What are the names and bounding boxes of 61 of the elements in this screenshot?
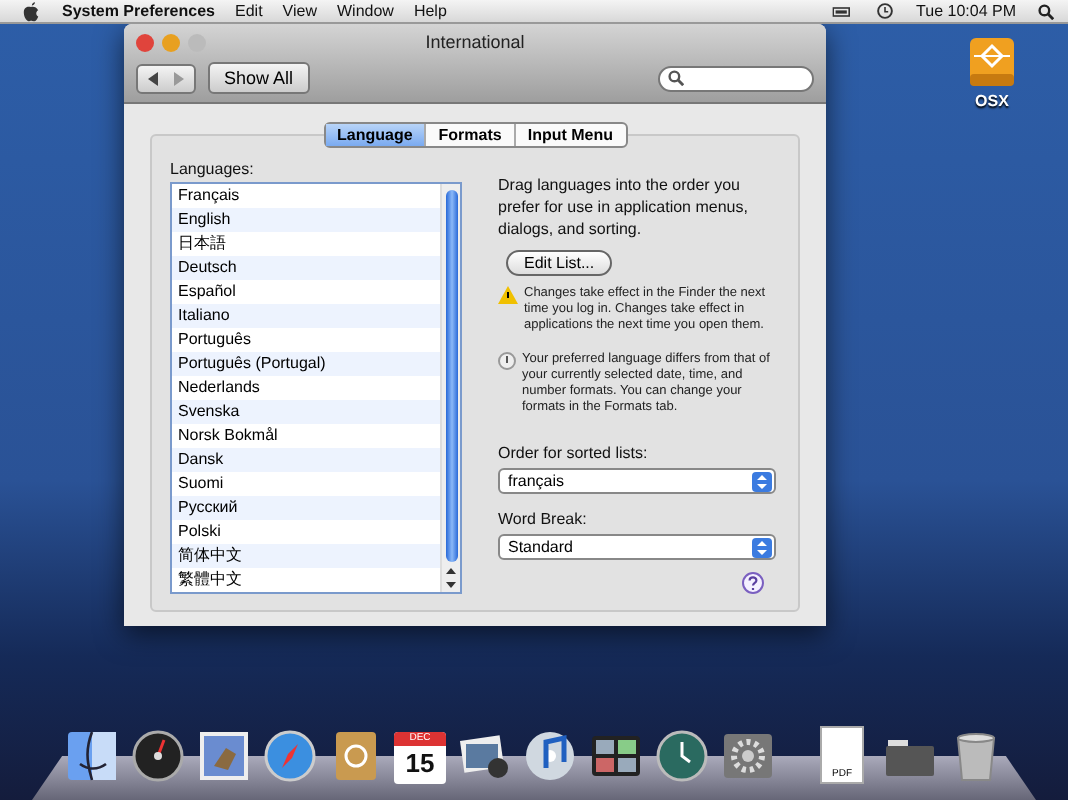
menu-item[interactable]: Window [337, 2, 394, 20]
show-all-button[interactable]: Show All [208, 62, 310, 94]
list-item[interactable]: Norsk Bokmål [172, 424, 440, 448]
list-label: Languages: [170, 160, 256, 178]
alert-icon [498, 352, 516, 370]
dropdown-label: Word Break: [498, 510, 589, 528]
list-item[interactable]: Svenska [172, 400, 440, 424]
scroll-bar[interactable] [440, 184, 460, 592]
dropdown[interactable]: Standard [498, 534, 776, 560]
clock-icon[interactable] [654, 728, 710, 784]
stepper-arrows-icon [752, 471, 772, 491]
icon-label[interactable]: OSX [975, 92, 1009, 110]
list-item[interactable]: Deutsch [172, 256, 440, 280]
back-forward-control[interactable] [136, 63, 196, 93]
list-item[interactable]: Español [172, 280, 440, 304]
scroll-thumb[interactable] [445, 190, 457, 562]
compass-icon[interactable] [262, 728, 318, 784]
list-item[interactable]: 简体中文 [172, 544, 440, 568]
list-item[interactable]: Polski [172, 520, 440, 544]
menu-item[interactable]: View [282, 2, 317, 20]
tab[interactable]: Formats [424, 124, 514, 146]
gear-icon[interactable] [720, 728, 776, 784]
list-item[interactable]: Português [172, 328, 440, 352]
music-disc-icon[interactable] [522, 728, 578, 784]
list-item[interactable]: Français [172, 184, 440, 208]
menu-item[interactable]: Help [413, 2, 447, 20]
clock-icon[interactable] [876, 2, 894, 20]
finder-face-icon[interactable] [64, 728, 120, 784]
apple-menu-icon[interactable] [22, 0, 40, 22]
search-icon [668, 70, 684, 86]
warning-icon [498, 286, 518, 304]
menu-item[interactable]: Edit [235, 2, 263, 20]
back-icon[interactable] [148, 71, 160, 85]
dropdown-label: Order for sorted lists: [498, 444, 650, 462]
battery-icon[interactable] [832, 4, 852, 18]
window-title: International [423, 32, 527, 52]
list-item[interactable]: Suomi [172, 472, 440, 496]
list-item[interactable]: 繁體中文 [172, 568, 440, 592]
search-field[interactable] [658, 65, 814, 91]
list-item[interactable]: Português (Portugal) [172, 352, 440, 376]
language-list[interactable]: Français English 日本語 Deutsch Español Italiano Português Português (Portugal) Nederlands Svenska Norsk Bokmål Dansk Suomi Русский Polski 简体中文 繁體中文 [170, 182, 462, 594]
scroll-arrows-icon[interactable] [444, 568, 458, 588]
description-text: Drag languages into the order you prefer for use in application menus, dialogs, and sorting. [498, 174, 750, 240]
help-icon[interactable] [742, 572, 764, 594]
list-item[interactable]: Italiano [172, 304, 440, 328]
stamp-icon[interactable] [196, 728, 252, 784]
menu-clock[interactable]: Tue 10:04 PM [916, 2, 1016, 20]
list-item[interactable]: Dansk [172, 448, 440, 472]
list-item[interactable]: 日本語 [172, 232, 440, 256]
tab[interactable]: Language [325, 124, 425, 146]
stepper-arrows-icon [752, 537, 772, 557]
dropdown[interactable]: français [498, 468, 776, 494]
edit-list-button[interactable]: Edit List... [506, 250, 613, 276]
list-item[interactable]: Русский [172, 496, 440, 520]
tab[interactable]: Input Menu [513, 124, 625, 146]
app-menu[interactable]: System Preferences [62, 2, 215, 20]
list-item[interactable]: English [172, 208, 440, 232]
gauge-icon[interactable] [130, 728, 186, 784]
list-item[interactable]: Nederlands [172, 376, 440, 400]
search-icon[interactable] [1038, 3, 1054, 19]
close-button[interactable] [136, 33, 154, 51]
